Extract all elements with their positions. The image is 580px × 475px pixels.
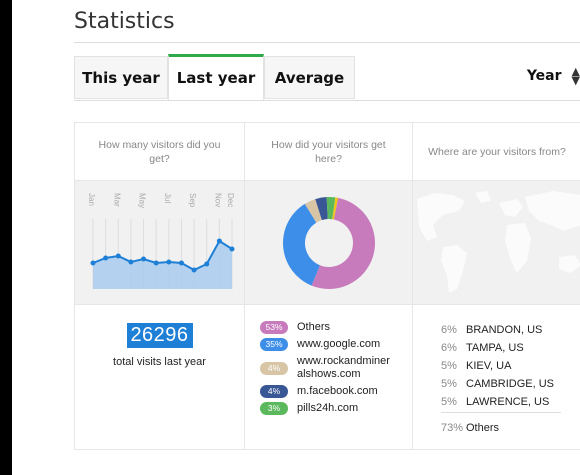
sources-chart	[245, 180, 412, 305]
tab-last-year[interactable]: Last year	[168, 54, 264, 100]
source-pct-badge: 53%	[260, 321, 288, 334]
visitors-area	[93, 241, 232, 289]
data-point[interactable]	[166, 259, 172, 265]
source-label: www.rockandmineralshows.com	[297, 355, 390, 380]
month-tick-label: Nov	[213, 193, 222, 207]
month-tick-label: Jul	[163, 193, 172, 203]
source-pct-badge: 4%	[260, 385, 288, 398]
data-point[interactable]	[153, 260, 159, 266]
source-label: Others	[297, 321, 331, 333]
city-row: 5% KIEV, UA	[441, 357, 580, 375]
data-point[interactable]	[141, 256, 147, 262]
month-tick-label: Sep	[188, 193, 197, 208]
month-tick-label: Dec	[226, 193, 235, 207]
month-tick-label: Mar	[112, 193, 121, 207]
city-name: Others	[466, 422, 500, 434]
locations-column: Where are your visitors from? 6% BRANDON…	[413, 123, 580, 449]
data-point[interactable]	[229, 246, 235, 252]
source-row: 3% pills24h.com	[260, 402, 412, 415]
sources-question: How did your visitors get here?	[271, 138, 386, 165]
city-row: 5% LAWRENCE, US	[441, 393, 580, 411]
city-name: LAWRENCE, US	[466, 396, 550, 408]
city-name: CAMBRIDGE, US	[466, 378, 555, 390]
city-pct: 6%	[441, 342, 457, 354]
world-map	[413, 180, 580, 305]
total-visits-caption: total visits last year	[113, 356, 206, 368]
source-pct-badge: 3%	[260, 402, 288, 415]
page-title: Statistics	[74, 9, 175, 34]
city-name: BRANDON, US	[466, 324, 543, 336]
visitors-column: How many visitors did you get? Jan Mar May…	[75, 123, 245, 449]
sort-arrows-icon: ▲ ▼	[571, 65, 580, 87]
year-select-value: Year	[526, 68, 562, 84]
source-pct-badge: 4%	[260, 361, 288, 375]
city-pct: 6%	[441, 324, 457, 336]
data-point[interactable]	[216, 238, 222, 244]
data-point[interactable]	[128, 259, 134, 265]
data-point[interactable]	[90, 260, 96, 266]
sources-column: How did your visitors get here? 53% Othe…	[245, 123, 413, 449]
city-pct: 73%	[441, 422, 464, 434]
source-row: 35% www.google.com	[260, 338, 412, 351]
city-row-others: 73% Others	[441, 419, 580, 437]
period-tabs: This year Last year Average Year ▲ ▼	[74, 54, 580, 101]
data-point[interactable]	[103, 255, 109, 261]
locations-question: Where are your visitors from?	[428, 145, 566, 158]
source-row: 4% m.facebook.com	[260, 385, 412, 398]
month-tick-label: Jan	[87, 193, 96, 206]
city-row: 5% CAMBRIDGE, US	[441, 375, 580, 393]
month-tick-label: May	[138, 193, 147, 208]
data-point[interactable]	[115, 253, 121, 259]
title-divider	[74, 42, 580, 43]
city-pct: 5%	[441, 396, 457, 408]
source-label: m.facebook.com	[297, 385, 378, 397]
visitors-question: How many visitors did you get?	[98, 138, 221, 165]
source-label: pills24h.com	[297, 402, 359, 414]
visitors-area-chart: Jan Mar May Jul Sep Nov Dec	[87, 193, 235, 289]
total-visits-number: 26296	[126, 323, 193, 348]
source-row: 53% Others	[260, 321, 412, 334]
visitors-chart: Jan Mar May Jul Sep Nov Dec	[75, 180, 244, 305]
city-name: KIEV, UA	[466, 360, 512, 372]
source-pct-badge: 35%	[260, 338, 288, 351]
data-point[interactable]	[204, 261, 210, 267]
city-name: TAMPA, US	[466, 342, 524, 354]
city-pct: 5%	[441, 360, 457, 372]
world-map-icon	[417, 191, 580, 293]
data-point[interactable]	[191, 267, 197, 273]
data-point[interactable]	[178, 260, 184, 266]
city-row: 6% TAMPA, US	[441, 339, 580, 357]
city-row: 6% BRANDON, US	[441, 321, 580, 339]
source-row: 4% www.rockandmineralshows.com	[260, 355, 412, 381]
tab-average[interactable]: Average	[264, 56, 355, 99]
tab-this-year[interactable]: This year	[74, 56, 168, 99]
year-select[interactable]: Year ▲ ▼	[526, 65, 580, 87]
cities-divider	[441, 412, 561, 413]
statistics-page: Statistics This year Last year Average Y…	[12, 0, 580, 475]
stats-panel: How many visitors did you get? Jan Mar May…	[74, 122, 580, 450]
city-pct: 5%	[441, 378, 457, 390]
sources-donut-chart	[283, 197, 375, 289]
source-label: www.google.com	[297, 338, 381, 350]
